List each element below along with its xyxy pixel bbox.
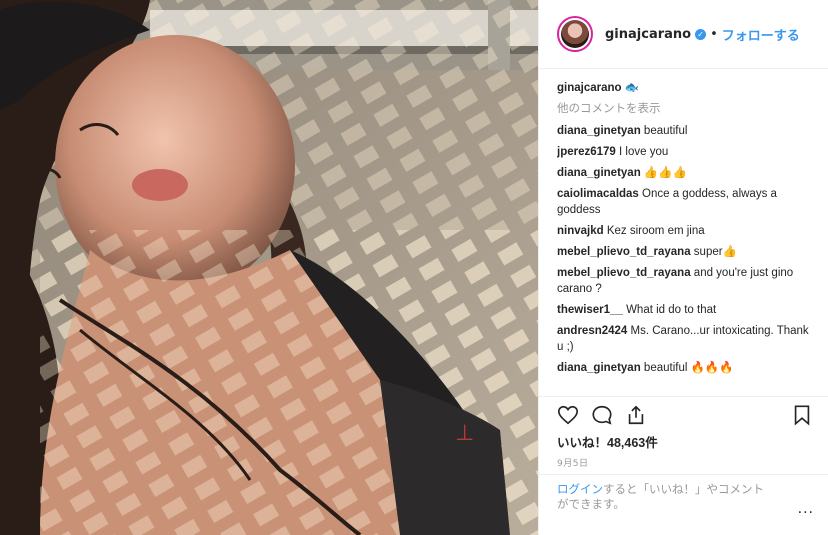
comment-text: What id do to that [626, 304, 717, 316]
comment-item: ninvajkd Kez siroom em jina [557, 223, 818, 239]
comment-text: I love you [619, 146, 669, 158]
comment-username[interactable]: diana_ginetyan [557, 167, 641, 179]
avatar-image [561, 20, 589, 48]
comment-username[interactable]: caiolimacaldas [557, 188, 639, 200]
load-more-comments[interactable]: 他のコメントを表示 [557, 101, 818, 117]
comment-text: Kez siroom em jina [606, 225, 705, 237]
share-icon[interactable] [625, 404, 647, 426]
bookmark-icon[interactable] [791, 404, 813, 426]
comment-item: diana_ginetyan 👍👍👍 [557, 165, 818, 181]
comment-item: andresn2424 Ms. Carano...ur intoxicating… [557, 323, 818, 355]
login-prompt: ログインすると「いいね！」やコメントができます。 [539, 474, 828, 513]
caption-text: 🐟 [624, 82, 640, 94]
post-header: ginajcarano ✓ • フォローする [539, 0, 828, 69]
comment-username[interactable]: mebel_plievo_td_rayana [557, 246, 691, 258]
login-link[interactable]: ログイン [557, 484, 603, 496]
more-options-icon[interactable]: ··· [798, 505, 814, 521]
instagram-post: ⊥ ginajcarano ✓ • フォローする ginajcarano 🐟 他… [0, 0, 828, 535]
comment-item: mebel_plievo_td_rayana super👍 [557, 244, 818, 260]
verified-badge-icon: ✓ [695, 28, 707, 40]
comment-item: mebel_plievo_td_rayana and you're just g… [557, 265, 818, 297]
comment-text: beautiful 🔥🔥🔥 [643, 362, 734, 374]
likes-count[interactable]: いいね！48,463件 [557, 432, 658, 451]
post-photo[interactable]: ⊥ [0, 0, 538, 535]
comment-item: diana_ginetyan beautiful 🔥🔥🔥 [557, 360, 818, 376]
action-bar [539, 396, 828, 431]
comment-username[interactable]: diana_ginetyan [557, 125, 641, 137]
comment-username[interactable]: andresn2424 [557, 325, 627, 337]
header-username[interactable]: ginajcarano [605, 27, 691, 42]
post-date: 9月5日 [557, 459, 589, 469]
heart-icon[interactable] [557, 404, 579, 426]
comment-item: jperez6179 I love you [557, 144, 818, 160]
comment-text: 👍👍👍 [643, 167, 687, 179]
selfie-image: ⊥ [0, 0, 538, 535]
comment-text: beautiful [643, 125, 688, 137]
comment-username[interactable]: thewiser1__ [557, 304, 623, 316]
comment-username[interactable]: mebel_plievo_td_rayana [557, 267, 691, 279]
comment-bubble-icon[interactable] [591, 404, 613, 426]
post-side-panel: ginajcarano ✓ • フォローする ginajcarano 🐟 他のコ… [538, 0, 828, 535]
comments-list[interactable]: ginajcarano 🐟 他のコメントを表示 diana_ginetyan b… [557, 80, 818, 396]
comment-username[interactable]: diana_ginetyan [557, 362, 641, 374]
caption: ginajcarano 🐟 [557, 80, 818, 96]
brand-logo: ⊥ [455, 421, 474, 446]
avatar[interactable] [557, 16, 593, 52]
caption-username[interactable]: ginajcarano [557, 82, 622, 94]
comment-text: super👍 [693, 246, 737, 258]
comment-item: diana_ginetyan beautiful [557, 123, 818, 139]
comment-item: caiolimacaldas Once a goddess, always a … [557, 186, 818, 218]
comment-item: thewiser1__ What id do to that [557, 302, 818, 318]
comment-username[interactable]: ninvajkd [557, 225, 604, 237]
comment-username[interactable]: jperez6179 [557, 146, 616, 158]
header-separator: • [710, 26, 718, 42]
follow-button[interactable]: フォローする [722, 25, 800, 44]
